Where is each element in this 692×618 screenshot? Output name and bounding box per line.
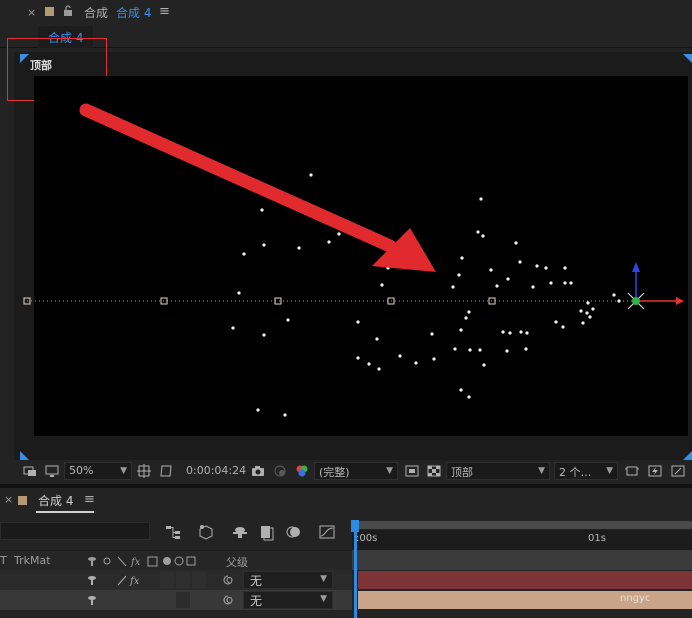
- layer-bar-text: nngyc: [620, 593, 651, 604]
- switch-cell[interactable]: [176, 592, 190, 608]
- pick-whip-icon[interactable]: [222, 574, 234, 586]
- time-label-1s: 01s: [588, 533, 606, 544]
- composition-panel-header: × 合成 合成 4 ≡: [0, 0, 692, 26]
- toggle-pixel-aspect-icon[interactable]: [624, 463, 640, 479]
- time-scale[interactable]: :00s 01s: [352, 530, 692, 550]
- work-area-bar[interactable]: [352, 550, 692, 570]
- layer-search-input[interactable]: [0, 522, 150, 540]
- shy-layers-icon[interactable]: [231, 523, 249, 541]
- viewer-toolbar: 50% ▼ 0:00:04:24 (完整) ▼ 顶部 ▼ 2 个… ▼: [0, 460, 692, 482]
- chevron-down-icon: ▼: [386, 466, 393, 476]
- layer-column-headers: T TrkMat fx 父级: [0, 550, 352, 570]
- mask-visibility-icon[interactable]: [158, 463, 174, 479]
- comp-color-swatch: [18, 496, 27, 505]
- pick-whip-icon[interactable]: [222, 594, 234, 606]
- time-ruler[interactable]: :00s 01s: [352, 514, 692, 570]
- current-time-indicator[interactable]: [354, 520, 357, 618]
- time-label-start: :00s: [356, 533, 378, 544]
- panel-menu-icon[interactable]: ≡: [159, 4, 170, 19]
- parent-value: 无: [250, 594, 263, 608]
- switch-column-icons: fx: [88, 556, 196, 567]
- chevron-down-icon: ▼: [120, 466, 127, 476]
- panel-type-label: 合成: [84, 6, 109, 20]
- resolution-dropdown[interactable]: (完整) ▼: [314, 462, 398, 480]
- layer-row[interactable]: [0, 610, 352, 618]
- switch-cell[interactable]: [160, 572, 174, 588]
- frame-blending-icon[interactable]: [258, 523, 276, 541]
- fast-previews-icon[interactable]: [647, 463, 663, 479]
- comp-color-swatch: [45, 7, 54, 16]
- comp-name-dropdown[interactable]: 合成 4: [116, 4, 151, 21]
- layer-row[interactable]: fx 无 ▼: [0, 570, 352, 590]
- parent-value: 无: [250, 574, 263, 588]
- comp-canvas[interactable]: [34, 76, 688, 436]
- composition-viewer[interactable]: 顶部: [7, 38, 692, 460]
- view-layout-value: 2 个…: [559, 466, 592, 479]
- shy-icon[interactable]: [86, 574, 98, 586]
- timeline-tab[interactable]: 合成 4: [38, 492, 73, 509]
- 3d-view-dropdown[interactable]: 顶部 ▼: [446, 462, 550, 480]
- timeline-tools: [0, 514, 352, 550]
- draft-3d-icon[interactable]: [197, 523, 215, 541]
- close-panel-icon[interactable]: ×: [4, 493, 13, 506]
- layer-duration-bar[interactable]: nngyc: [358, 591, 692, 609]
- 3d-view-value: 顶部: [451, 466, 473, 479]
- active-tab-indicator: [36, 511, 94, 513]
- column-t[interactable]: T: [0, 554, 7, 567]
- switch-cell[interactable]: [192, 572, 206, 588]
- graph-editor-icon[interactable]: [318, 523, 336, 541]
- parent-dropdown[interactable]: 无 ▼: [243, 591, 333, 609]
- camera-icon[interactable]: [250, 463, 266, 479]
- monitor-icon[interactable]: [44, 463, 60, 479]
- comp-flowchart-icon[interactable]: [164, 523, 182, 541]
- shy-icon[interactable]: [86, 594, 98, 606]
- svg-text:fx: fx: [130, 557, 141, 567]
- chevron-down-icon: ▼: [320, 574, 327, 584]
- chevron-down-icon: ▼: [538, 466, 545, 476]
- grid-guides-icon[interactable]: [136, 463, 152, 479]
- zoom-dropdown[interactable]: 50% ▼: [64, 462, 132, 480]
- column-trkmat[interactable]: TrkMat: [14, 554, 51, 567]
- transparency-grid-icon[interactable]: [426, 463, 442, 479]
- view-layout-dropdown[interactable]: 2 个… ▼: [554, 462, 618, 480]
- parent-dropdown[interactable]: 无 ▼: [243, 571, 333, 589]
- show-snapshot-icon[interactable]: [272, 463, 288, 479]
- timeline-panel-header: × 合成 4 ≡: [0, 488, 692, 514]
- viewer-corner-marker: [683, 451, 692, 460]
- always-preview-icon[interactable]: [22, 463, 38, 479]
- panel-menu-icon[interactable]: ≡: [84, 492, 95, 507]
- svg-text:fx: fx: [129, 576, 140, 586]
- region-of-interest-icon[interactable]: [404, 463, 420, 479]
- switch-cell[interactable]: [176, 572, 190, 588]
- time-navigator[interactable]: [358, 521, 692, 529]
- column-parent[interactable]: 父级: [226, 554, 248, 570]
- channel-icon[interactable]: [294, 463, 310, 479]
- viewer-corner-marker: [683, 54, 692, 63]
- chevron-down-icon: ▼: [606, 466, 613, 476]
- close-panel-icon[interactable]: ×: [27, 6, 36, 19]
- chevron-down-icon: ▼: [320, 594, 327, 604]
- layer-duration-bar[interactable]: [358, 571, 692, 589]
- zoom-value: 50%: [69, 464, 94, 477]
- current-time-display[interactable]: 0:00:04:24: [186, 464, 246, 477]
- quality-fx-icons[interactable]: fx: [116, 574, 144, 586]
- lock-icon[interactable]: [63, 5, 73, 17]
- motion-blur-icon[interactable]: [285, 523, 303, 541]
- resolution-value: (完整): [319, 466, 350, 479]
- layer-row[interactable]: 无 ▼: [0, 590, 352, 610]
- timeline-link-icon[interactable]: [670, 463, 686, 479]
- viewer-corner-marker: [20, 451, 29, 460]
